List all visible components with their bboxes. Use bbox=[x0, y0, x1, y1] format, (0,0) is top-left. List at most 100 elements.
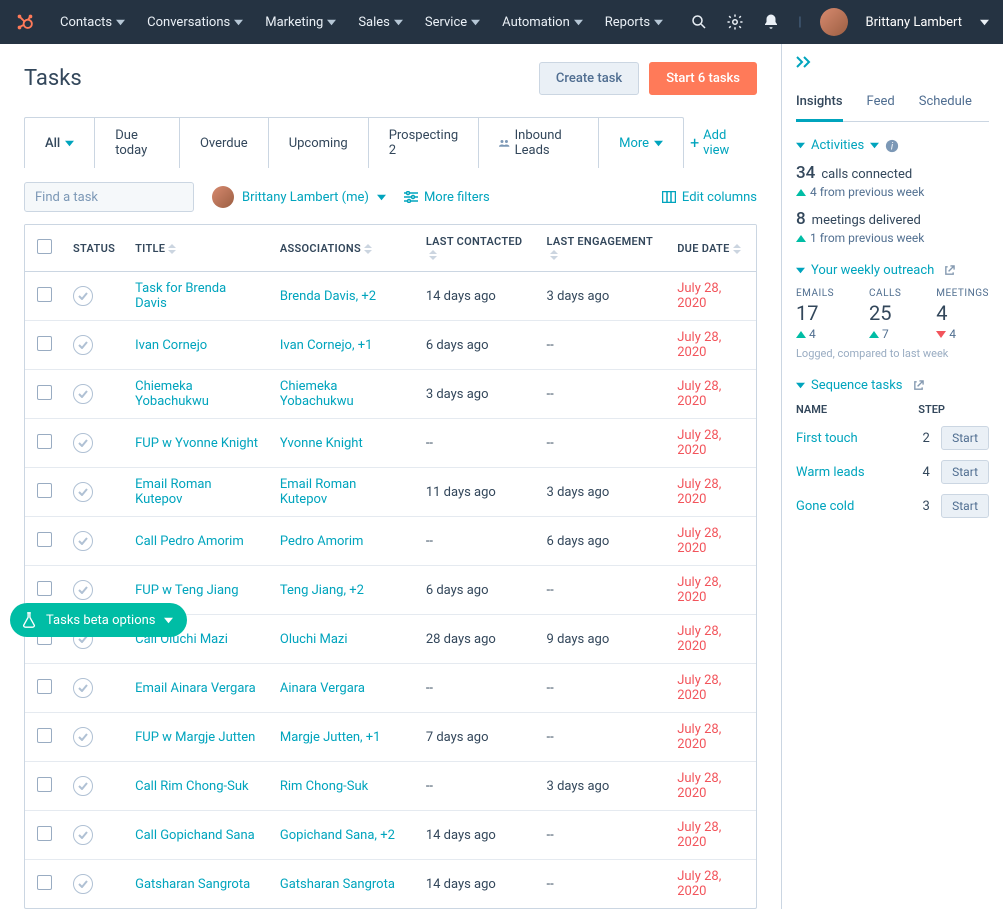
search-icon[interactable] bbox=[690, 13, 708, 31]
association-link[interactable]: Email Roman Kutepov bbox=[280, 477, 356, 507]
col-status[interactable]: STATUS bbox=[63, 225, 125, 272]
tab-inbound-leads[interactable]: Inbound Leads bbox=[479, 118, 599, 168]
expand-panel-button[interactable] bbox=[796, 56, 989, 72]
task-title-link[interactable]: Call Gopichand Sana bbox=[135, 828, 255, 843]
task-title-link[interactable]: Call Pedro Amorim bbox=[135, 534, 244, 549]
status-toggle[interactable] bbox=[73, 531, 93, 551]
table-row: Chiemeka YobachukwuChiemeka Yobachukwu3 … bbox=[25, 370, 756, 419]
sequence-start-button[interactable]: Start bbox=[941, 460, 989, 484]
owner-filter[interactable]: Brittany Lambert (me) bbox=[212, 186, 386, 208]
tab-due-today[interactable]: Due today bbox=[95, 118, 180, 168]
task-title-link[interactable]: Email Roman Kutepov bbox=[135, 477, 211, 507]
task-title-link[interactable]: Gatsharan Sangrota bbox=[135, 877, 250, 892]
sequence-name-link[interactable]: Gone cold bbox=[796, 499, 911, 514]
tab-more[interactable]: More bbox=[599, 118, 683, 168]
col-associations[interactable]: ASSOCIATIONS bbox=[270, 225, 416, 272]
user-avatar[interactable] bbox=[820, 8, 848, 36]
user-name[interactable]: Brittany Lambert bbox=[866, 15, 962, 30]
external-link-icon[interactable] bbox=[944, 265, 955, 276]
more-filters-button[interactable]: More filters bbox=[404, 190, 490, 205]
row-checkbox[interactable] bbox=[37, 385, 52, 400]
select-all-checkbox[interactable] bbox=[37, 239, 52, 254]
nav-item-conversations[interactable]: Conversations bbox=[139, 9, 251, 36]
activities-section-toggle[interactable]: Activities i bbox=[796, 138, 989, 153]
col-due-date[interactable]: DUE DATE bbox=[667, 225, 756, 272]
tab-upcoming[interactable]: Upcoming bbox=[269, 118, 369, 168]
info-icon[interactable]: i bbox=[885, 139, 899, 153]
start-tasks-button[interactable]: Start 6 tasks bbox=[649, 62, 757, 95]
task-title-link[interactable]: Task for Brenda Davis bbox=[135, 281, 226, 311]
row-checkbox[interactable] bbox=[37, 336, 52, 351]
nav-item-contacts[interactable]: Contacts bbox=[52, 9, 133, 36]
association-link[interactable]: Brenda Davis, +2 bbox=[280, 289, 376, 304]
association-link[interactable]: Ivan Cornejo, +1 bbox=[280, 338, 373, 353]
association-link[interactable]: Margje Jutten, +1 bbox=[280, 730, 381, 745]
association-link[interactable]: Pedro Amorim bbox=[280, 534, 364, 549]
row-checkbox[interactable] bbox=[37, 532, 52, 547]
status-toggle[interactable] bbox=[73, 678, 93, 698]
task-title-link[interactable]: FUP w Teng Jiang bbox=[135, 583, 238, 598]
row-checkbox[interactable] bbox=[37, 581, 52, 596]
association-link[interactable]: Ainara Vergara bbox=[280, 681, 365, 696]
edit-columns-button[interactable]: Edit columns bbox=[662, 190, 757, 205]
sequence-section-toggle[interactable]: Sequence tasks bbox=[796, 378, 989, 393]
row-checkbox[interactable] bbox=[37, 875, 52, 890]
nav-item-sales[interactable]: Sales bbox=[350, 9, 411, 36]
add-view-button[interactable]: +Add view bbox=[684, 118, 757, 168]
rpanel-tab-feed[interactable]: Feed bbox=[867, 88, 895, 121]
rpanel-tab-insights[interactable]: Insights bbox=[796, 88, 843, 122]
association-link[interactable]: Gatsharan Sangrota bbox=[280, 877, 395, 892]
create-task-button[interactable]: Create task bbox=[539, 62, 639, 95]
sequence-start-button[interactable]: Start bbox=[941, 494, 989, 518]
association-link[interactable]: Chiemeka Yobachukwu bbox=[280, 379, 354, 409]
status-toggle[interactable] bbox=[73, 825, 93, 845]
task-title-link[interactable]: FUP w Margje Jutten bbox=[135, 730, 255, 745]
nav-item-reports[interactable]: Reports bbox=[597, 9, 671, 36]
outreach-section-toggle[interactable]: Your weekly outreach bbox=[796, 263, 989, 278]
col-last-engagement[interactable]: LAST ENGAGEMENT bbox=[537, 225, 668, 272]
nav-item-automation[interactable]: Automation bbox=[494, 9, 591, 36]
association-link[interactable]: Rim Chong-Suk bbox=[280, 779, 368, 794]
association-link[interactable]: Oluchi Mazi bbox=[280, 632, 348, 647]
tab-all[interactable]: All bbox=[25, 118, 95, 168]
beta-options-button[interactable]: Tasks beta options bbox=[10, 603, 187, 637]
sequence-name-link[interactable]: Warm leads bbox=[796, 465, 911, 480]
nav-item-marketing[interactable]: Marketing bbox=[257, 9, 344, 36]
row-checkbox[interactable] bbox=[37, 679, 52, 694]
status-toggle[interactable] bbox=[73, 727, 93, 747]
tab-overdue[interactable]: Overdue bbox=[180, 118, 269, 168]
task-title-link[interactable]: Call Rim Chong-Suk bbox=[135, 779, 248, 794]
row-checkbox[interactable] bbox=[37, 483, 52, 498]
row-checkbox[interactable] bbox=[37, 777, 52, 792]
row-checkbox[interactable] bbox=[37, 728, 52, 743]
bell-icon[interactable] bbox=[762, 13, 780, 31]
status-toggle[interactable] bbox=[73, 776, 93, 796]
col-last-contacted[interactable]: LAST CONTACTED bbox=[416, 225, 537, 272]
row-checkbox[interactable] bbox=[37, 287, 52, 302]
association-link[interactable]: Teng Jiang, +2 bbox=[280, 583, 364, 598]
status-toggle[interactable] bbox=[73, 384, 93, 404]
external-link-icon[interactable] bbox=[913, 380, 924, 391]
task-title-link[interactable]: Ivan Cornejo bbox=[135, 338, 207, 353]
rpanel-tab-schedule[interactable]: Schedule bbox=[919, 88, 972, 121]
col-title[interactable]: TITLE bbox=[125, 225, 270, 272]
status-toggle[interactable] bbox=[73, 874, 93, 894]
status-toggle[interactable] bbox=[73, 433, 93, 453]
row-checkbox[interactable] bbox=[37, 826, 52, 841]
row-checkbox[interactable] bbox=[37, 434, 52, 449]
sequence-start-button[interactable]: Start bbox=[941, 426, 989, 450]
search-input[interactable] bbox=[35, 190, 201, 205]
status-toggle[interactable] bbox=[73, 286, 93, 306]
task-title-link[interactable]: FUP w Yvonne Knight bbox=[135, 436, 258, 451]
status-toggle[interactable] bbox=[73, 580, 93, 600]
task-title-link[interactable]: Email Ainara Vergara bbox=[135, 681, 256, 696]
association-link[interactable]: Yvonne Knight bbox=[280, 436, 363, 451]
task-title-link[interactable]: Chiemeka Yobachukwu bbox=[135, 379, 209, 409]
status-toggle[interactable] bbox=[73, 335, 93, 355]
nav-item-service[interactable]: Service bbox=[417, 9, 488, 36]
gear-icon[interactable] bbox=[726, 13, 744, 31]
status-toggle[interactable] bbox=[73, 482, 93, 502]
tab-prospecting-2[interactable]: Prospecting 2 bbox=[369, 118, 480, 168]
sequence-name-link[interactable]: First touch bbox=[796, 431, 911, 446]
association-link[interactable]: Gopichand Sana, +2 bbox=[280, 828, 395, 843]
